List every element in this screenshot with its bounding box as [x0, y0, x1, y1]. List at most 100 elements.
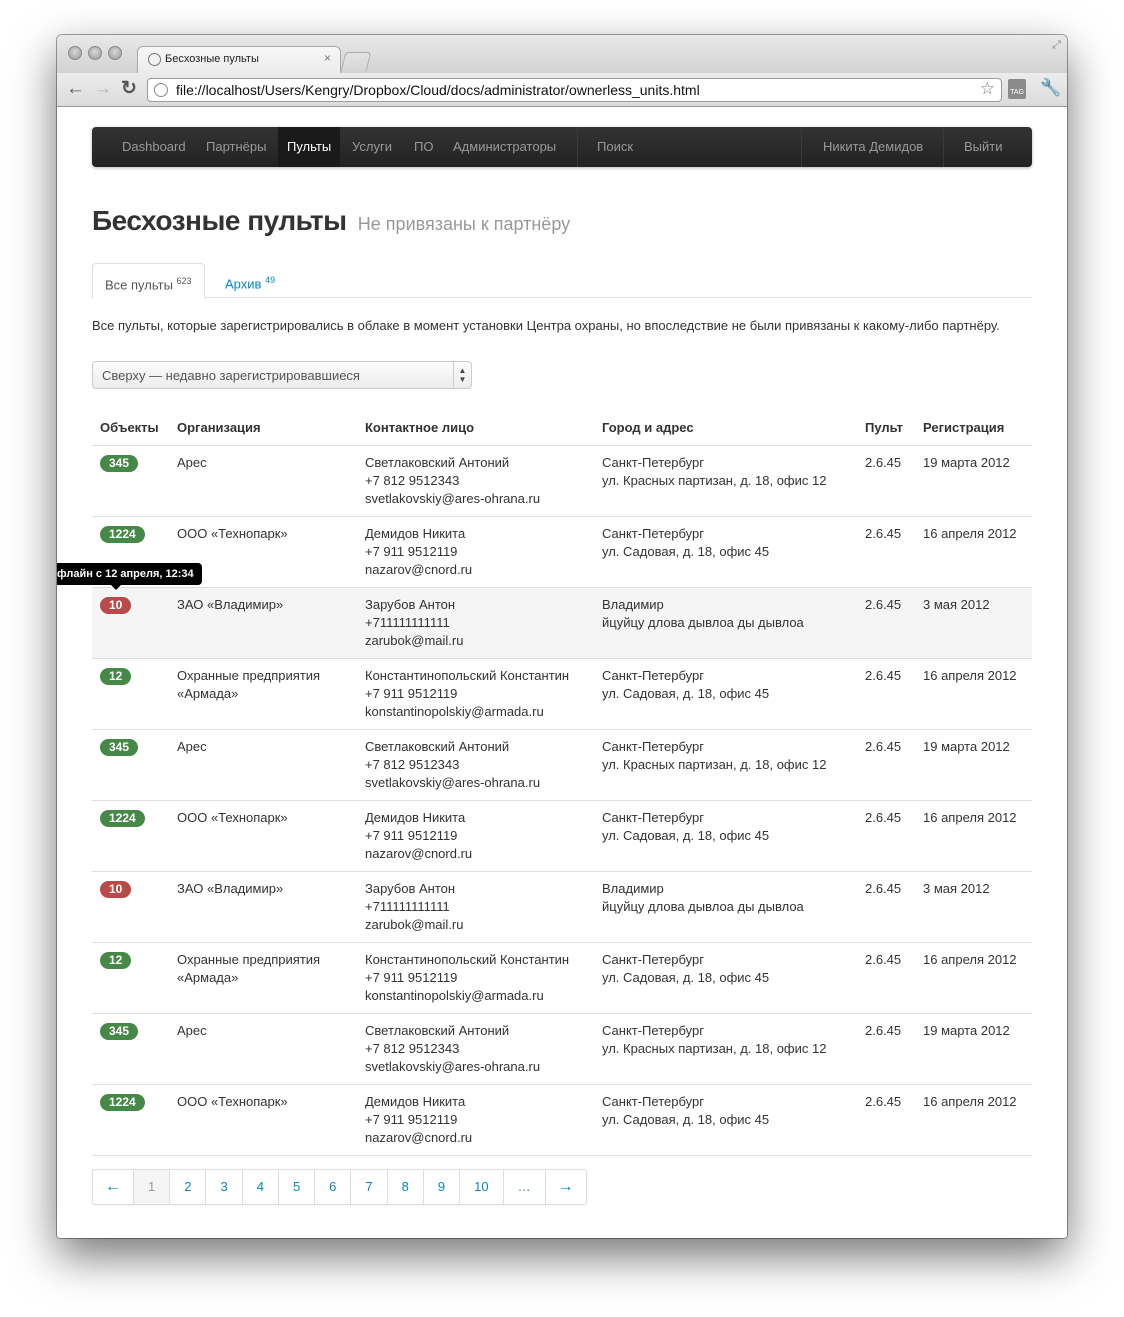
- col-registration[interactable]: Регистрация: [915, 410, 1032, 446]
- close-window-button[interactable]: [68, 46, 82, 60]
- nav-user[interactable]: Никита Демидов: [823, 127, 923, 167]
- fullscreen-icon[interactable]: ⤢: [1052, 39, 1061, 52]
- browser-tab[interactable]: Бесхозные пульты ×: [137, 46, 341, 73]
- page-content: Dashboard Партнёры Пульты Услуги ПО Адми…: [57, 108, 1067, 1238]
- table-row[interactable]: 345 Арес Светлаковский Антоний +7 812 95123…: [92, 445, 1032, 517]
- table-row[interactable]: 1224 ООО «Технопарк» Демидов Никита +7 911 …: [92, 516, 1032, 588]
- browser-toolbar: ← → ↻ file://localhost/Users/Kengry/Drop…: [57, 73, 1067, 107]
- table-row[interactable]: 1224 ООО «Технопарк» Демидов Никита +7 911 …: [92, 1084, 1032, 1156]
- registration-date-cell: 3 мая 2012: [915, 587, 1032, 659]
- reload-icon[interactable]: ↻: [121, 78, 137, 100]
- tab-all-units[interactable]: Все пульты 623: [92, 263, 205, 299]
- tab-label: Все пульты: [105, 277, 173, 293]
- nav-partners[interactable]: Партнёры: [206, 127, 266, 167]
- organization-cell: Охранные предприятия «Армада»: [169, 942, 357, 1014]
- table-row[interactable]: 10 ЗАО «Владимир» Зарубов Антон +7111111111…: [92, 587, 1032, 659]
- address-cell: Санкт-Петербург ул. Красных партизан, д. …: [594, 1013, 857, 1085]
- objects-badge[interactable]: 345: [100, 1022, 139, 1040]
- tag-extension-icon[interactable]: TAG: [1008, 79, 1026, 99]
- pagination-page[interactable]: 1: [134, 1170, 171, 1204]
- nav-search[interactable]: Поиск: [597, 127, 633, 167]
- nav-services[interactable]: Услуги: [352, 127, 392, 167]
- nav-divider: [577, 127, 578, 167]
- street-address: йцуйцу длова дывлоа ды дывлоа: [602, 898, 804, 914]
- table-row[interactable]: 345 Арес Светлаковский Антоний +7 812 95123…: [92, 1013, 1032, 1085]
- contact-phone: +7 911 9512119: [365, 543, 458, 559]
- wrench-icon[interactable]: 🔧: [1040, 78, 1061, 98]
- table-row[interactable]: 345 Арес Светлаковский Антоний +7 812 95123…: [92, 729, 1032, 801]
- address-cell: Санкт-Петербург ул. Красных партизан, д. …: [594, 729, 857, 801]
- pagination-page[interactable]: 3: [206, 1170, 243, 1204]
- new-tab-button[interactable]: [340, 52, 372, 71]
- pagination-page[interactable]: …: [504, 1170, 546, 1204]
- sort-select[interactable]: Сверху — недавно зарегистрировавшиеся ▲ ▼: [92, 361, 472, 389]
- back-arrow-icon[interactable]: ←: [66, 78, 85, 100]
- zoom-window-button[interactable]: [108, 46, 122, 60]
- minimize-window-button[interactable]: [88, 46, 102, 60]
- contact-phone: +711111111111: [365, 614, 450, 630]
- page-title: Бесхозные пульты Не привязаны к партнёру: [92, 205, 570, 237]
- street-address: ул. Красных партизан, д. 18, офис 12: [602, 756, 827, 772]
- pagination-page[interactable]: 6: [315, 1170, 352, 1204]
- pagination-page[interactable]: 9: [424, 1170, 461, 1204]
- objects-badge[interactable]: 12: [100, 667, 132, 685]
- contact-phone: +7 812 9512343: [365, 472, 460, 488]
- unit-version-cell: 2.6.45: [857, 729, 915, 801]
- address-url[interactable]: file://localhost/Users/Kengry/Dropbox/Cl…: [176, 82, 700, 98]
- nav-dashboard[interactable]: Dashboard: [122, 127, 186, 167]
- address-bar[interactable]: file://localhost/Users/Kengry/Dropbox/Cl…: [147, 78, 1002, 102]
- pagination-prev-arrow-icon[interactable]: ←: [93, 1170, 134, 1204]
- forward-arrow-icon[interactable]: →: [93, 78, 112, 100]
- page-subtitle: Не привязаны к партнёру: [357, 214, 571, 234]
- contact-email: zarubok@mail.ru: [365, 916, 464, 932]
- col-contact[interactable]: Контактное лицо: [357, 410, 594, 446]
- pagination-page[interactable]: 7: [351, 1170, 388, 1204]
- nav-units[interactable]: Пульты: [278, 127, 341, 167]
- street-address: ул. Садовая, д. 18, офис 45: [602, 969, 770, 985]
- contact-email: nazarov@cnord.ru: [365, 561, 473, 577]
- address-cell: Санкт-Петербург ул. Садовая, д. 18, офис …: [594, 1084, 857, 1156]
- objects-badge[interactable]: 345: [100, 454, 139, 472]
- col-organization[interactable]: Организация: [169, 410, 357, 446]
- pagination-next-arrow-icon[interactable]: →: [546, 1170, 586, 1204]
- city: Санкт-Петербург: [602, 454, 704, 470]
- organization-cell: Арес: [169, 1013, 357, 1085]
- contact-email: svetlakovskiy@ares-ohrana.ru: [365, 774, 541, 790]
- contact-cell: Константинопольский Константин +7 911 951…: [357, 942, 594, 1014]
- objects-badge[interactable]: 1224: [100, 525, 145, 543]
- objects-badge[interactable]: 10: [100, 596, 132, 614]
- pagination-page[interactable]: 2: [170, 1170, 207, 1204]
- nav-admins[interactable]: Администраторы: [453, 127, 556, 167]
- objects-badge[interactable]: 12: [100, 951, 132, 969]
- nav-logout[interactable]: Выйти: [964, 127, 1003, 167]
- sort-select-value: Сверху — недавно зарегистрировавшиеся: [102, 368, 360, 383]
- page-description: Все пульты, которые зарегистрировались в…: [92, 318, 1000, 333]
- objects-badge[interactable]: 345: [100, 738, 139, 756]
- city: Владимир: [602, 596, 664, 612]
- table-row[interactable]: 1224 ООО «Технопарк» Демидов Никита +7 911 …: [92, 800, 1032, 872]
- objects-cell: 1224: [92, 1084, 169, 1156]
- table-row[interactable]: 10 ЗАО «Владимир» Зарубов Антон +7111111111…: [92, 871, 1032, 943]
- tab-archive[interactable]: Архив 49: [213, 263, 287, 299]
- objects-cell: 345: [92, 1013, 169, 1085]
- registration-date-cell: 19 марта 2012: [915, 1013, 1032, 1085]
- objects-badge[interactable]: 1224: [100, 809, 145, 827]
- table-row[interactable]: 12 Охранные предприятия «Армада» Константи…: [92, 658, 1032, 730]
- bookmark-star-icon[interactable]: ☆: [980, 79, 995, 99]
- pagination-page[interactable]: 10: [460, 1170, 504, 1204]
- contact-phone: +7 911 9512119: [365, 969, 458, 985]
- col-address[interactable]: Город и адрес: [594, 410, 857, 446]
- contact-name: Демидов Никита: [365, 1093, 466, 1109]
- col-unit[interactable]: Пульт: [857, 410, 915, 446]
- objects-badge[interactable]: 10: [100, 880, 132, 898]
- objects-badge[interactable]: 1224: [100, 1093, 145, 1111]
- pagination-page[interactable]: 4: [243, 1170, 279, 1204]
- unit-version-cell: 2.6.45: [857, 445, 915, 517]
- col-objects[interactable]: Объекты: [92, 410, 169, 446]
- table-row[interactable]: 12 Охранные предприятия «Армада» Константи…: [92, 942, 1032, 1014]
- tab-close-icon[interactable]: ×: [324, 51, 331, 65]
- pagination-page[interactable]: 8: [388, 1170, 424, 1204]
- nav-software[interactable]: ПО: [414, 127, 433, 167]
- pagination-page[interactable]: 5: [279, 1170, 316, 1204]
- unit-version-cell: 2.6.45: [857, 516, 915, 588]
